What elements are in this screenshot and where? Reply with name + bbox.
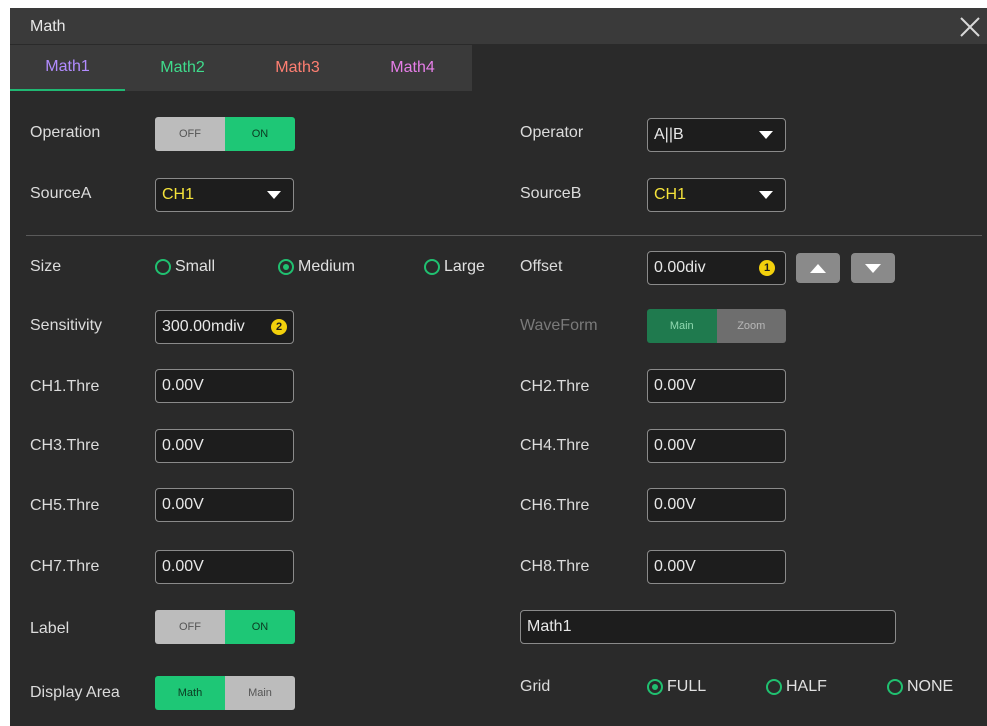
math-tabs: Math1 Math2 Math3 Math4 bbox=[10, 45, 472, 91]
size-small-radio[interactable]: Small bbox=[155, 258, 215, 276]
offset-input[interactable]: 0.00div 1 bbox=[647, 251, 786, 285]
sourceA-label: SourceA bbox=[30, 185, 92, 202]
label-off: OFF bbox=[155, 610, 225, 644]
ch8-thre-value: 0.00V bbox=[654, 558, 696, 575]
ch5-thre-label: CH5.Thre bbox=[30, 497, 100, 514]
knob-2-icon: 2 bbox=[271, 319, 287, 335]
ch7-thre-label: CH7.Thre bbox=[30, 558, 100, 575]
sourceB-select[interactable]: CH1 bbox=[647, 178, 786, 212]
ch2-thre-value: 0.00V bbox=[654, 377, 696, 394]
chevron-down-icon bbox=[759, 131, 773, 139]
ch3-thre-value: 0.00V bbox=[162, 437, 204, 454]
ch3-thre-label: CH3.Thre bbox=[30, 437, 100, 454]
size-medium-label: Medium bbox=[298, 258, 355, 275]
display-area-label: Display Area bbox=[30, 684, 120, 701]
label-text-value: Math1 bbox=[527, 618, 572, 635]
sensitivity-input[interactable]: 300.00mdiv 2 bbox=[155, 310, 294, 344]
display-area-math: Math bbox=[155, 676, 225, 710]
size-large-radio[interactable]: Large bbox=[424, 258, 485, 276]
waveform-toggle[interactable]: Main Zoom bbox=[647, 309, 786, 343]
ch1-thre-label: CH1.Thre bbox=[30, 378, 100, 395]
arrow-up-icon bbox=[810, 263, 826, 273]
chevron-down-icon bbox=[267, 191, 281, 199]
operation-off: OFF bbox=[155, 117, 225, 151]
ch6-thre-label: CH6.Thre bbox=[520, 497, 590, 514]
ch5-thre-input[interactable]: 0.00V bbox=[155, 488, 294, 522]
divider bbox=[26, 235, 982, 236]
size-small-label: Small bbox=[175, 258, 216, 275]
knob-1-icon: 1 bbox=[759, 260, 775, 276]
ch4-thre-input[interactable]: 0.00V bbox=[647, 429, 786, 463]
ch8-thre-input[interactable]: 0.00V bbox=[647, 550, 786, 584]
sensitivity-value: 300.00mdiv bbox=[162, 318, 245, 335]
grid-half-radio[interactable]: HALF bbox=[766, 678, 827, 696]
operation-label: Operation bbox=[30, 124, 101, 141]
grid-half-label: HALF bbox=[786, 678, 827, 695]
ch5-thre-value: 0.00V bbox=[162, 496, 204, 513]
sensitivity-label: Sensitivity bbox=[30, 317, 103, 334]
waveform-label: WaveForm bbox=[520, 317, 598, 334]
arrow-down-icon bbox=[865, 263, 881, 273]
ch6-thre-value: 0.00V bbox=[654, 496, 696, 513]
sourceB-label: SourceB bbox=[520, 185, 582, 202]
waveform-zoom: Zoom bbox=[716, 309, 786, 343]
grid-full-label: FULL bbox=[667, 678, 707, 695]
offset-up-button[interactable] bbox=[796, 253, 840, 283]
display-area-toggle[interactable]: Math Main bbox=[155, 676, 295, 710]
offset-down-button[interactable] bbox=[851, 253, 895, 283]
display-area-main: Main bbox=[225, 676, 295, 710]
radio-icon bbox=[887, 679, 903, 695]
tab-math3[interactable]: Math3 bbox=[240, 45, 355, 91]
ch2-thre-input[interactable]: 0.00V bbox=[647, 369, 786, 403]
grid-label: Grid bbox=[520, 678, 551, 695]
title-bar: Math bbox=[10, 8, 987, 44]
tab-math4[interactable]: Math4 bbox=[355, 45, 470, 91]
ch4-thre-label: CH4.Thre bbox=[520, 437, 590, 454]
label-text-input[interactable]: Math1 bbox=[520, 610, 896, 644]
size-label: Size bbox=[30, 258, 62, 275]
chevron-down-icon bbox=[759, 191, 773, 199]
ch6-thre-input[interactable]: 0.00V bbox=[647, 488, 786, 522]
ch1-thre-input[interactable]: 0.00V bbox=[155, 369, 294, 403]
radio-selected-icon bbox=[278, 259, 294, 275]
operation-toggle[interactable]: OFF ON bbox=[155, 117, 295, 151]
ch7-thre-value: 0.00V bbox=[162, 558, 204, 575]
sourceA-value: CH1 bbox=[162, 186, 195, 203]
radio-icon bbox=[155, 259, 171, 275]
tab-math2[interactable]: Math2 bbox=[125, 45, 240, 91]
label-on: ON bbox=[225, 610, 295, 644]
sourceB-value: CH1 bbox=[654, 186, 687, 203]
offset-value: 0.00div bbox=[654, 259, 706, 276]
size-large-label: Large bbox=[444, 258, 485, 275]
operator-value: A||B bbox=[654, 126, 684, 143]
label-label: Label bbox=[30, 620, 70, 637]
dialog-title: Math bbox=[30, 18, 66, 35]
close-icon[interactable] bbox=[957, 14, 983, 40]
radio-icon bbox=[424, 259, 440, 275]
size-medium-radio[interactable]: Medium bbox=[278, 258, 355, 276]
grid-full-radio[interactable]: FULL bbox=[647, 678, 706, 696]
ch4-thre-value: 0.00V bbox=[654, 437, 696, 454]
waveform-main: Main bbox=[647, 309, 717, 343]
ch7-thre-input[interactable]: 0.00V bbox=[155, 550, 294, 584]
ch2-thre-label: CH2.Thre bbox=[520, 378, 590, 395]
ch1-thre-value: 0.00V bbox=[162, 377, 204, 394]
math-dialog: Math Math1 Math2 Math3 Math4 Operation O… bbox=[10, 8, 987, 726]
operation-on: ON bbox=[225, 117, 295, 151]
tab-math1[interactable]: Math1 bbox=[10, 45, 125, 91]
operator-select[interactable]: A||B bbox=[647, 118, 786, 152]
label-toggle[interactable]: OFF ON bbox=[155, 610, 295, 644]
operator-label: Operator bbox=[520, 124, 584, 141]
ch3-thre-input[interactable]: 0.00V bbox=[155, 429, 294, 463]
ch8-thre-label: CH8.Thre bbox=[520, 558, 590, 575]
grid-none-radio[interactable]: NONE bbox=[887, 678, 953, 696]
offset-label: Offset bbox=[520, 258, 563, 275]
grid-none-label: NONE bbox=[907, 678, 954, 695]
sourceA-select[interactable]: CH1 bbox=[155, 178, 294, 212]
radio-selected-icon bbox=[647, 679, 663, 695]
radio-icon bbox=[766, 679, 782, 695]
